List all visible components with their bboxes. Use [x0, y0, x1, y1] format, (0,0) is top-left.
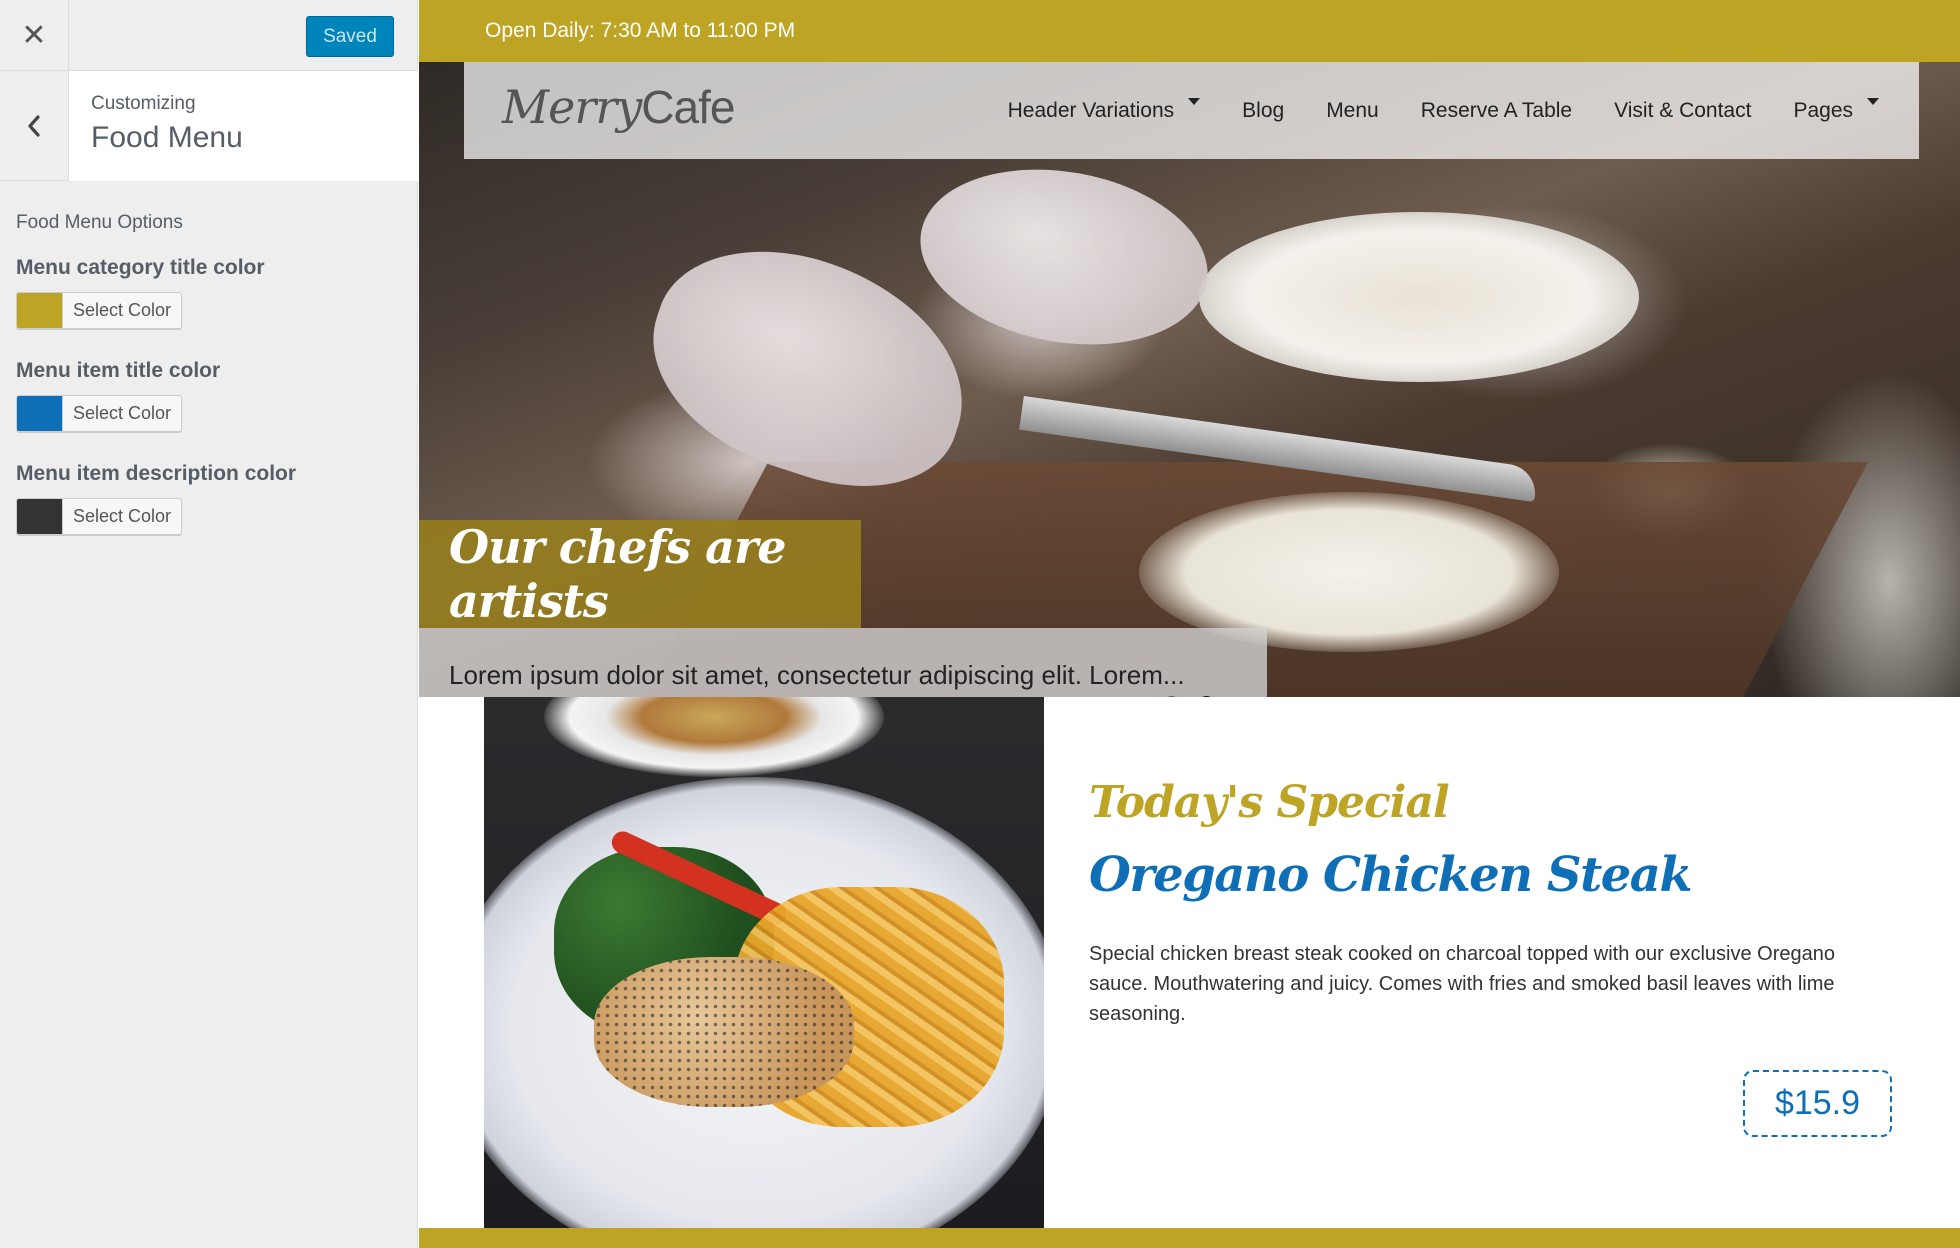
- footer-accent-bar: [419, 1228, 1960, 1248]
- todays-special-section: Today's Special Oregano Chicken Steak Sp…: [419, 697, 1960, 1228]
- nav-label: Blog: [1242, 98, 1285, 122]
- nav-label: Reserve A Table: [1420, 98, 1573, 122]
- main-nav: Header Variations Blog Menu Reserve A Ta…: [966, 62, 1879, 159]
- chevron-left-icon: [28, 115, 40, 137]
- customizer-sidebar: ✕ Saved Customizing Food Menu Food Menu …: [0, 0, 418, 1248]
- nav-item-reserve-a-table[interactable]: Reserve A Table: [1421, 99, 1572, 123]
- site-preview: Open Daily: 7:30 AM to 11:00 PM Our chef…: [419, 0, 1960, 1248]
- section-description: Food Menu Options: [16, 212, 183, 233]
- nav-label: Header Variations: [1007, 98, 1175, 122]
- site-header: MerryCafe Header Variations Blog Menu Re…: [464, 62, 1919, 159]
- site-logo[interactable]: MerryCafe: [502, 80, 735, 134]
- nav-item-pages[interactable]: Pages: [1793, 98, 1879, 123]
- saved-button[interactable]: Saved: [306, 16, 394, 57]
- color-picker-button[interactable]: Select Color: [16, 292, 183, 329]
- caret-down-icon: [1188, 98, 1201, 105]
- section-body: Food Menu Options Menu category title co…: [16, 212, 406, 539]
- select-color-label: Select Color: [73, 300, 172, 320]
- slide-caption-text: Lorem ipsum dolor sit amet, consectetur …: [419, 628, 1267, 697]
- back-button[interactable]: [0, 71, 69, 181]
- opening-hours-bar: Open Daily: 7:30 AM to 11:00 PM: [419, 0, 1960, 62]
- nav-label: Menu: [1326, 98, 1379, 122]
- control-category-title-color: Menu category title color Select Color: [16, 256, 406, 333]
- caret-down-icon: [1867, 98, 1879, 105]
- close-icon[interactable]: ✕: [0, 0, 69, 71]
- color-swatch: [17, 499, 63, 534]
- chicken-steak: [594, 957, 854, 1107]
- color-picker-button[interactable]: Select Color: [16, 395, 183, 432]
- select-color-label: Select Color: [73, 506, 172, 526]
- menu-item-title: Oregano Chicken Steak: [1089, 847, 1693, 903]
- price-tag: $15.9: [1743, 1070, 1892, 1137]
- nav-item-menu[interactable]: Menu: [1326, 99, 1379, 123]
- customizer-page: ✕ Saved Customizing Food Menu Food Menu …: [0, 0, 1960, 1248]
- background-plate: [544, 697, 884, 777]
- control-item-title-color: Menu item title color Select Color: [16, 359, 406, 436]
- hero-plate-image: [1199, 212, 1639, 382]
- section-header: Customizing Food Menu: [0, 71, 418, 181]
- color-swatch: [17, 396, 63, 431]
- nav-label: Visit & Contact: [1614, 98, 1752, 122]
- customizing-label: Customizing: [91, 93, 196, 114]
- color-picker-button[interactable]: Select Color: [16, 498, 183, 535]
- section-title-panel: Customizing Food Menu: [69, 71, 418, 181]
- chef-hand-image: [906, 148, 1222, 366]
- section-title: Food Menu: [91, 121, 243, 154]
- nav-item-header-variations[interactable]: Header Variations: [1007, 98, 1201, 123]
- logo-merry: Merry: [502, 80, 642, 134]
- logo-cafe: Cafe: [641, 81, 735, 133]
- control-label: Menu item title color: [16, 359, 221, 382]
- select-color-label: Select Color: [73, 403, 172, 423]
- customizer-header: ✕ Saved: [0, 0, 418, 71]
- opening-hours-text: Open Daily: 7:30 AM to 11:00 PM: [485, 19, 796, 42]
- color-swatch: [17, 293, 63, 328]
- control-item-description-color: Menu item description color Select Color: [16, 462, 406, 539]
- nav-item-blog[interactable]: Blog: [1242, 99, 1284, 123]
- menu-category-title: Today's Special: [1089, 777, 1450, 828]
- special-dish-image: [484, 697, 1044, 1228]
- control-label: Menu item description color: [16, 462, 297, 485]
- control-label: Menu category title color: [16, 256, 265, 279]
- nav-label: Pages: [1793, 98, 1853, 122]
- nav-item-visit-contact[interactable]: Visit & Contact: [1614, 99, 1751, 123]
- menu-item-description: Special chicken breast steak cooked on c…: [1089, 943, 1835, 1025]
- slide-caption-title: Our chefs are artists: [419, 520, 861, 628]
